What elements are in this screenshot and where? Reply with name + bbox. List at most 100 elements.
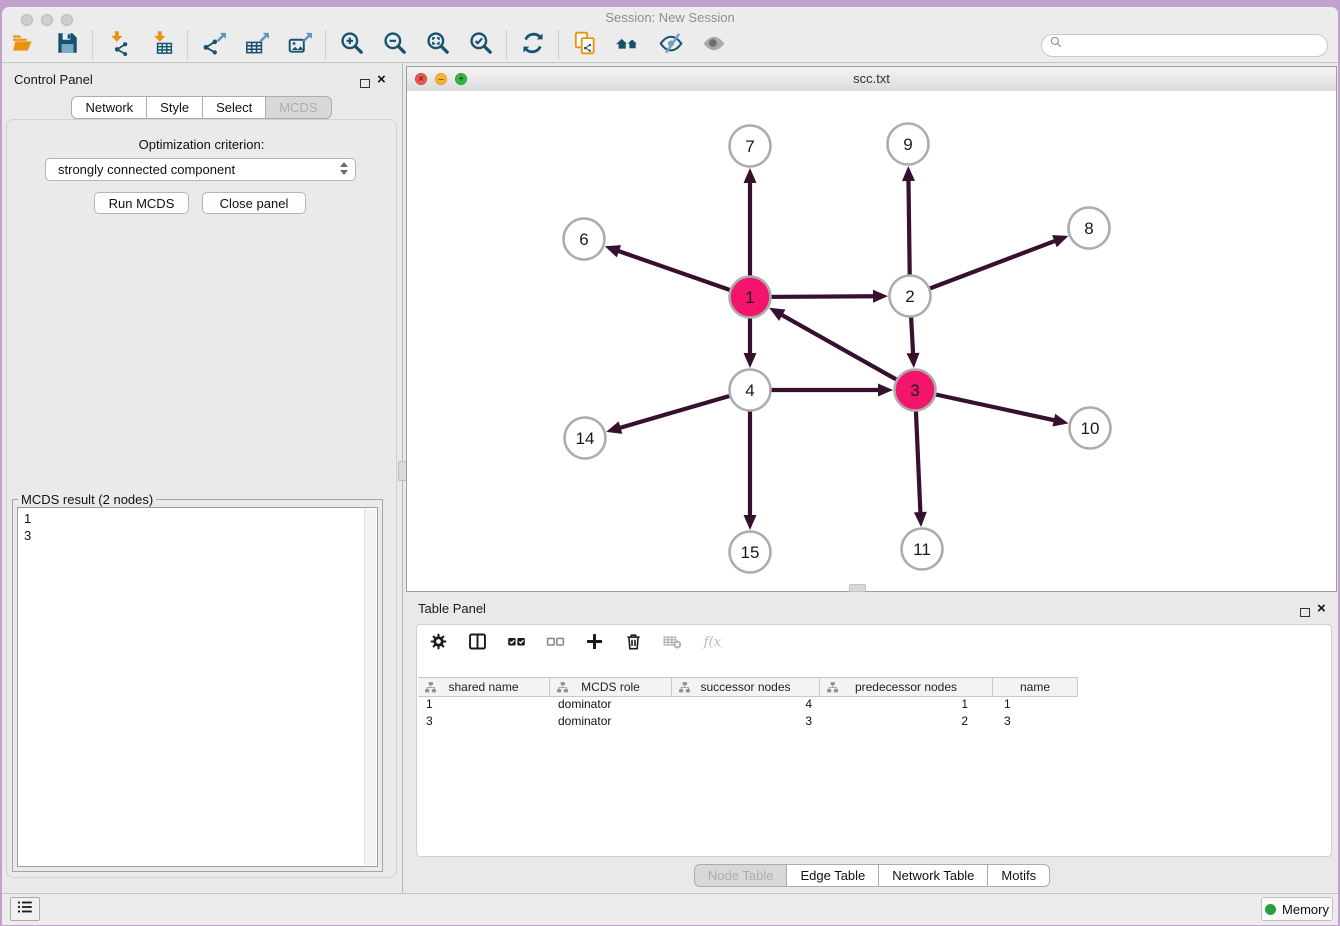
zoom-out-button[interactable] [381,31,409,59]
tab-style[interactable]: Style [147,96,203,119]
column-header-name[interactable]: name [993,678,1078,696]
graph-edge-3-10[interactable] [915,390,1069,427]
save-session-button[interactable] [53,31,81,59]
table-panel-title: Table Panel [418,600,486,618]
tab-network-table[interactable]: Network Table [879,864,988,887]
home-button[interactable] [614,31,642,59]
open-file-button[interactable] [10,31,38,59]
mcds-result-title: MCDS result (2 nodes) [18,492,156,507]
column-label: shared name [448,680,518,694]
graph-node-2[interactable]: 2 [890,276,931,317]
table-cell[interactable]: dominator [550,712,672,729]
network-window: × – + scc.txt 7968124314101511 [406,66,1337,592]
table-row[interactable]: 1dominator411 [418,695,1078,712]
open-file-icon [11,30,37,61]
control-panel-close-button[interactable]: × [377,71,386,89]
tab-motifs[interactable]: Motifs [988,864,1050,887]
graph-node-10[interactable]: 10 [1070,408,1111,449]
birds-eye-button[interactable] [700,31,728,59]
float-icon [1300,608,1310,617]
task-history-button[interactable] [10,897,40,921]
table-panel-close-button[interactable]: × [1317,600,1326,618]
column-label: predecessor nodes [855,680,957,694]
close-panel-button[interactable]: Close panel [202,192,306,214]
show-details-button[interactable] [657,31,685,59]
tree-icon [424,681,437,694]
graph-edge-4-14[interactable] [606,390,750,434]
clone-network-icon [572,30,598,61]
graph-node-3[interactable]: 3 [895,370,936,411]
table-row[interactable]: 3dominator323 [418,712,1078,729]
select-all-button[interactable] [505,633,527,655]
refresh-button[interactable] [519,31,547,59]
import-table-button[interactable] [148,31,176,59]
list-icon [16,898,34,921]
search-box [1041,34,1328,57]
graph-node-11[interactable]: 11 [902,529,943,570]
table-cell[interactable]: 1 [993,695,1078,712]
network-canvas[interactable]: 7 9 6 8 1 2 4 3 14 10 15 11 [407,91,1336,591]
memory-button[interactable]: Memory [1261,897,1333,921]
column-label: MCDS role [581,680,640,694]
table-cell[interactable]: 2 [820,712,993,729]
delete-row-button[interactable] [622,633,644,655]
graph-node-14[interactable]: 14 [565,418,606,459]
mcds-result-textarea[interactable]: 13 [17,507,378,867]
zoom-fit-button[interactable] [424,31,452,59]
export-table-button[interactable] [243,31,271,59]
svg-text:1: 1 [745,288,754,307]
column-header-predecessor-nodes[interactable]: predecessor nodes [820,678,993,696]
graph-node-4[interactable]: 4 [730,370,771,411]
table-cell[interactable]: 4 [672,695,820,712]
table-panel-float-button[interactable] [1300,604,1310,622]
zoom-in-icon [339,30,365,61]
columns-button[interactable] [466,633,488,655]
optimization-criterion-select[interactable]: strongly connected component [45,158,356,181]
tab-mcds[interactable]: MCDS [266,96,331,119]
zoom-selected-button[interactable] [467,31,495,59]
tab-select[interactable]: Select [203,96,266,119]
graph-node-1[interactable]: 1 [730,277,771,318]
tab-edge-table[interactable]: Edge Table [787,864,879,887]
tab-network[interactable]: Network [71,96,147,119]
table-cell[interactable]: 1 [418,695,550,712]
search-input[interactable] [1068,37,1319,54]
graph-node-15[interactable]: 15 [730,532,771,573]
toolbar-separator [325,31,327,59]
tab-node-table[interactable]: Node Table [694,864,788,887]
horizontal-splitter-handle[interactable] [849,584,866,592]
birds-eye-icon [701,30,727,61]
column-header-successor-nodes[interactable]: successor nodes [672,678,820,696]
clone-network-button[interactable] [571,31,599,59]
control-panel-float-button[interactable] [360,75,370,93]
delete-table-icon [662,631,683,657]
import-network-button[interactable] [105,31,133,59]
add-row-button[interactable] [583,633,605,655]
window-title: Session: New Session [2,10,1338,25]
column-header-shared-name[interactable]: shared name [418,678,550,696]
run-mcds-button[interactable]: Run MCDS [94,192,189,214]
table-cell[interactable]: dominator [550,695,672,712]
result-scrollbar[interactable] [364,509,376,865]
columns-icon [467,631,488,657]
export-network-button[interactable] [200,31,228,59]
table-cell[interactable]: 1 [820,695,993,712]
graph-edge-2-8[interactable] [910,235,1068,296]
graph-node-6[interactable]: 6 [564,219,605,260]
table-cell[interactable]: 3 [993,712,1078,729]
deselect-all-button[interactable] [544,633,566,655]
settings-button[interactable] [427,633,449,655]
graph-node-7[interactable]: 7 [730,126,771,167]
zoom-in-button[interactable] [338,31,366,59]
delete-row-icon [623,631,644,657]
table-cell[interactable]: 3 [418,712,550,729]
control-panel-title: Control Panel [14,71,93,89]
graph-node-9[interactable]: 9 [888,124,929,165]
export-image-button[interactable] [286,31,314,59]
graph-node-8[interactable]: 8 [1069,208,1110,249]
graph-edge-3-1[interactable] [769,308,915,390]
mcds-result-lines: 13 [24,510,31,544]
column-header-mcds-role[interactable]: MCDS role [550,678,672,696]
table-cell[interactable]: 3 [672,712,820,729]
graph-edge-1-6[interactable] [605,245,750,297]
